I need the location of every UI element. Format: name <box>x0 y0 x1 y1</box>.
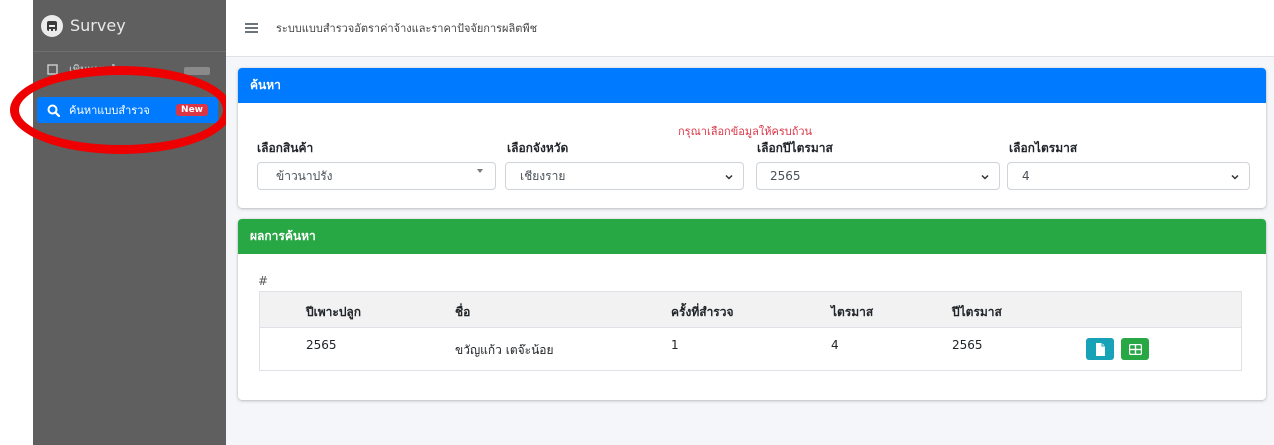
sidebar-item-add-survey[interactable]: เพิ่มแบบสำรวจ <box>37 64 218 86</box>
new-badge: New <box>176 104 208 116</box>
search-card: ค้นหา กรุณาเลือกข้อมูลให้ครบถ้วน เลือกสิ… <box>238 68 1266 208</box>
product-select[interactable]: ข้าวนาปรัง <box>257 162 496 190</box>
search-card-header: ค้นหา <box>238 68 1266 103</box>
topbar: ระบบแบบสำรวจอัตราค่าจ้างและราคาปัจจัยการ… <box>226 0 1274 57</box>
brand[interactable]: Survey <box>33 0 226 52</box>
table-icon <box>1128 343 1142 355</box>
row-number-header: # <box>258 274 269 288</box>
sidebar-item-label: ค้นหาแบบสำรวจ <box>69 104 150 117</box>
chevron-down-icon <box>725 174 733 180</box>
sidebar-item-search-survey[interactable]: ค้นหาแบบสำรวจ New <box>37 97 218 123</box>
view-document-button[interactable] <box>1086 338 1114 360</box>
cell-name: ขวัญแก้ว เตจ๊ะน้อย <box>455 343 554 357</box>
main-content: ค้นหา กรุณาเลือกข้อมูลให้ครบถ้วน เลือกสิ… <box>226 57 1274 445</box>
quarter-year-label: เลือกปีไตรมาส <box>757 141 833 155</box>
sidebar-item-label: เพิ่มแบบสำรวจ <box>69 64 140 76</box>
column-header-quarter: ไตรมาส <box>831 305 874 319</box>
quarter-year-select[interactable]: 2565 <box>756 162 1000 190</box>
quarter-select[interactable]: 4 <box>1007 162 1250 190</box>
quarter-year-select-value: 2565 <box>770 169 801 183</box>
page-title: ระบบแบบสำรวจอัตราค่าจ้างและราคาปัจจัยการ… <box>276 22 538 35</box>
column-header-survey-round: ครั้งที่สำรวจ <box>671 305 734 319</box>
chevron-down-icon <box>1231 174 1239 180</box>
province-select-value: เชียงราย <box>520 168 566 183</box>
table-header: ปีเพาะปลูก ชื่อ ครั้งที่สำรวจ ไตรมาส ปีไ… <box>260 292 1241 328</box>
cell-quarter: 4 <box>831 338 839 352</box>
column-header-quarter-year: ปีไตรมาส <box>952 305 1002 319</box>
quarter-select-value: 4 <box>1022 169 1030 183</box>
cell-survey-round: 1 <box>671 338 679 352</box>
sidebar: Survey เพิ่มแบบสำรวจ ค้นหาแบบสำรวจ New <box>33 0 226 445</box>
file-icon <box>1095 342 1105 356</box>
result-card-header: ผลการค้นหา <box>238 219 1266 254</box>
results-table: ปีเพาะปลูก ชื่อ ครั้งที่สำรวจ ไตรมาส ปีไ… <box>259 291 1242 371</box>
cell-quarter-year: 2565 <box>952 338 983 352</box>
province-label: เลือกจังหวัด <box>507 141 569 155</box>
chevron-down-icon <box>981 174 989 180</box>
edit-icon <box>47 64 61 76</box>
brand-logo-icon <box>41 14 63 37</box>
column-header-name: ชื่อ <box>455 305 471 319</box>
badge-faded <box>184 67 210 75</box>
view-table-button[interactable] <box>1121 338 1149 360</box>
table-row: 2565 ขวัญแก้ว เตจ๊ะน้อย 1 4 2565 <box>260 328 1241 370</box>
search-icon <box>47 103 61 117</box>
column-header-plant-year: ปีเพาะปลูก <box>306 305 362 319</box>
cell-plant-year: 2565 <box>306 338 337 352</box>
result-card: ผลการค้นหา # ปีเพาะปลูก ชื่อ ครั้งที่สำร… <box>238 219 1266 400</box>
validation-warning: กรุณาเลือกข้อมูลให้ครบถ้วน <box>678 125 813 138</box>
province-select[interactable]: เชียงราย <box>505 162 744 190</box>
product-select-value: ข้าวนาปรัง <box>276 168 333 183</box>
brand-name: Survey <box>70 16 126 35</box>
product-label: เลือกสินค้า <box>257 141 314 155</box>
quarter-label: เลือกไตรมาส <box>1009 141 1078 155</box>
caret-down-icon <box>477 169 483 173</box>
hamburger-menu-icon[interactable] <box>245 21 258 35</box>
